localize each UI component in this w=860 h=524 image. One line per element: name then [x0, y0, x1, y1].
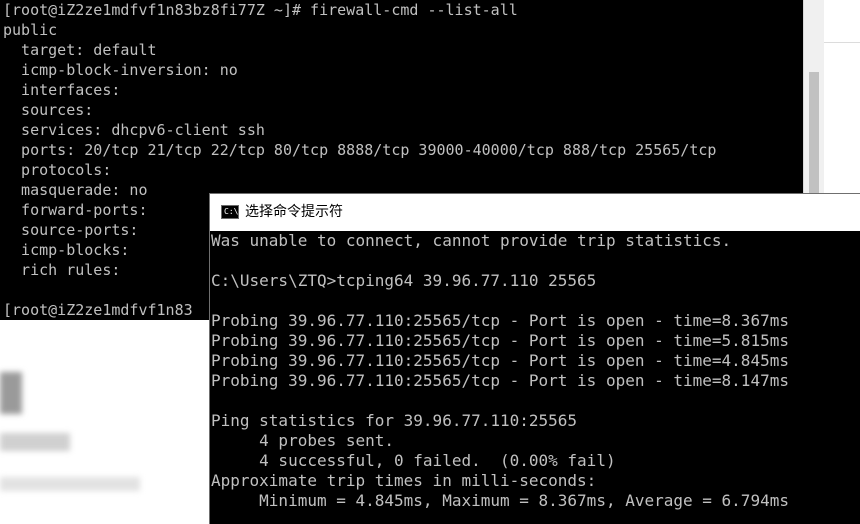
- blurred-avatar: [0, 372, 22, 414]
- cmd-line: Approximate trip times in milli-seconds:: [211, 471, 597, 490]
- window-title: 选择命令提示符: [245, 204, 343, 220]
- terminal-line: protocols:: [3, 161, 112, 179]
- terminal-line: sources:: [3, 101, 94, 119]
- cmd-line: 4 probes sent.: [211, 431, 395, 450]
- blurred-text: [0, 477, 140, 491]
- terminal-line: services: dhcpv6-client ssh: [3, 121, 265, 139]
- cmd-line: Was unable to connect, cannot provide tr…: [211, 231, 732, 250]
- terminal-line: target: default: [3, 41, 157, 59]
- cmd-line: Ping statistics for 39.96.77.110:25565: [211, 411, 578, 430]
- terminal-line: ports: 20/tcp 21/tcp 22/tcp 80/tcp 8888/…: [3, 141, 717, 159]
- blurred-text: [0, 433, 70, 451]
- background-window-edge: [824, 0, 860, 43]
- terminal-line: public: [3, 21, 58, 39]
- terminal-line: interfaces:: [3, 81, 121, 99]
- cmd-line: C:\Users\ZTQ>tcping64 39.96.77.110 25565: [211, 271, 597, 290]
- cmd-title-bar[interactable]: C:\ 选择命令提示符: [210, 194, 860, 231]
- cmd-icon: C:\: [221, 205, 239, 219]
- terminal-line: icmp-blocks:: [3, 241, 130, 259]
- cmd-line: 4 successful, 0 failed. (0.00% fail): [211, 451, 616, 470]
- terminal-line: masquerade: no: [3, 181, 148, 199]
- terminal-line: forward-ports:: [3, 201, 148, 219]
- cmd-line: Probing 39.96.77.110:25565/tcp - Port is…: [211, 351, 789, 370]
- cmd-line: Probing 39.96.77.110:25565/tcp - Port is…: [211, 371, 789, 390]
- cmd-output[interactable]: Was unable to connect, cannot provide tr…: [210, 231, 860, 524]
- cmd-line: Probing 39.96.77.110:25565/tcp - Port is…: [211, 311, 789, 330]
- terminal-line: icmp-block-inversion: no: [3, 61, 238, 79]
- terminal-line: rich rules:: [3, 261, 121, 279]
- cmd-window[interactable]: C:\ 选择命令提示符 Was unable to connect, canno…: [209, 193, 860, 524]
- scrollbar-thumb[interactable]: [809, 72, 819, 202]
- terminal-prompt-line: [root@iZ2ze1mdfvf1n83: [3, 301, 193, 319]
- terminal-line: source-ports:: [3, 221, 139, 239]
- terminal-line: [root@iZ2ze1mdfvf1n83bz8fi77Z ~]# firewa…: [3, 1, 518, 19]
- cmd-line: Probing 39.96.77.110:25565/tcp - Port is…: [211, 331, 789, 350]
- cmd-line: Minimum = 4.845ms, Maximum = 8.367ms, Av…: [211, 491, 789, 510]
